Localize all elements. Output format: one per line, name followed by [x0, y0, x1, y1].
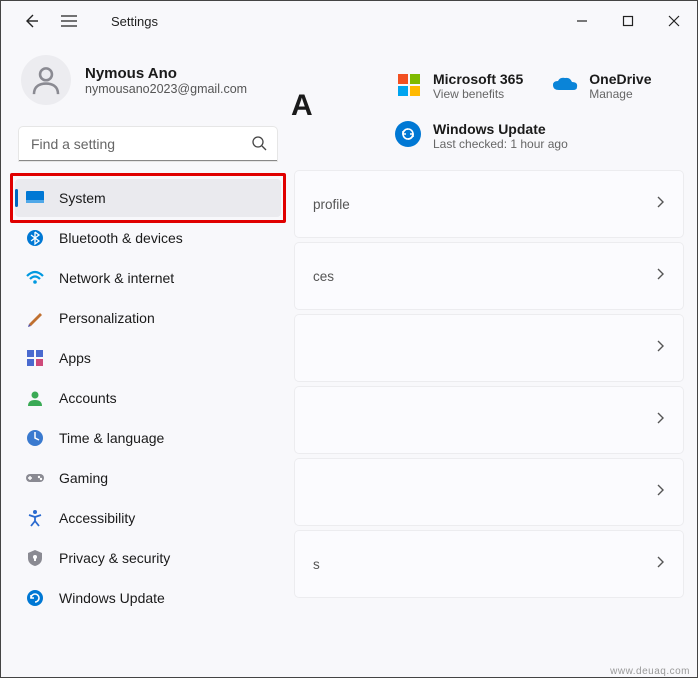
tile-windows-update[interactable]: Windows Update Last checked: 1 hour ago [295, 101, 683, 161]
bluetooth-icon [25, 228, 45, 248]
minimize-button[interactable] [559, 1, 605, 41]
apps-icon [25, 348, 45, 368]
sidebar-item-privacy[interactable]: Privacy & security [15, 539, 281, 577]
settings-card[interactable]: ces [295, 243, 683, 309]
chevron-right-icon [656, 267, 665, 286]
sidebar-item-label: Network & internet [59, 270, 174, 286]
card-label-fragment: profile [313, 197, 350, 212]
shield-icon [25, 548, 45, 568]
sidebar: Nymous Ano nymousano2023@gmail.com Syste… [1, 41, 291, 677]
settings-card[interactable]: profile [295, 171, 683, 237]
sidebar-item-label: System [59, 190, 106, 206]
sidebar-item-windows-update[interactable]: Windows Update [15, 579, 281, 617]
tile-subtitle: Manage [589, 87, 651, 101]
onedrive-icon [551, 71, 579, 99]
annotation-highlight [10, 173, 286, 223]
sidebar-item-label: Time & language [59, 430, 164, 446]
window-title: Settings [111, 14, 158, 29]
sidebar-item-label: Gaming [59, 470, 108, 486]
card-label-fragment: ces [313, 269, 334, 284]
sidebar-item-personalization[interactable]: Personalization [15, 299, 281, 337]
sidebar-item-network[interactable]: Network & internet [15, 259, 281, 297]
tile-title: Microsoft 365 [433, 71, 523, 87]
tile-title: Windows Update [433, 121, 568, 137]
paintbrush-icon [25, 308, 45, 328]
accessibility-icon [25, 508, 45, 528]
account-header[interactable]: Nymous Ano nymousano2023@gmail.com [15, 47, 281, 119]
sidebar-item-label: Personalization [59, 310, 155, 326]
settings-card[interactable] [295, 387, 683, 453]
search-input[interactable] [19, 127, 277, 161]
avatar [21, 55, 71, 105]
settings-card[interactable] [295, 459, 683, 525]
sidebar-item-label: Apps [59, 350, 91, 366]
watermark: www.deuaq.com [610, 666, 690, 677]
clock-globe-icon [25, 428, 45, 448]
settings-card[interactable]: s [295, 531, 683, 597]
tile-microsoft-365[interactable]: Microsoft 365 View benefits [395, 71, 523, 101]
sidebar-item-bluetooth[interactable]: Bluetooth & devices [15, 219, 281, 257]
maximize-icon [622, 15, 634, 27]
arrow-left-icon [23, 13, 39, 29]
gamepad-icon [25, 468, 45, 488]
display-icon [25, 188, 45, 208]
sidebar-item-label: Privacy & security [59, 550, 170, 566]
sidebar-item-gaming[interactable]: Gaming [15, 459, 281, 497]
nav-menu-button[interactable] [59, 11, 79, 31]
update-icon [25, 588, 45, 608]
sidebar-item-system[interactable]: System [15, 179, 281, 217]
sidebar-item-label: Accessibility [59, 510, 135, 526]
chevron-right-icon [656, 339, 665, 358]
tile-onedrive[interactable]: OneDrive Manage [551, 71, 651, 101]
wifi-icon [25, 268, 45, 288]
back-button[interactable] [21, 11, 41, 31]
chevron-right-icon [656, 411, 665, 430]
chevron-right-icon [656, 555, 665, 574]
minimize-icon [576, 15, 588, 27]
sidebar-item-label: Windows Update [59, 590, 165, 606]
nav-list: System Bluetooth & devices Network & int… [15, 179, 281, 617]
search-icon [251, 135, 267, 156]
tile-subtitle: View benefits [433, 87, 523, 101]
account-email: nymousano2023@gmail.com [85, 82, 247, 96]
microsoft-logo-icon [395, 71, 423, 99]
sidebar-item-apps[interactable]: Apps [15, 339, 281, 377]
main-content: A Microsoft 365 View benefits [291, 41, 697, 677]
title-bar: Settings [1, 1, 697, 41]
sidebar-item-label: Bluetooth & devices [59, 230, 183, 246]
accounts-icon [25, 388, 45, 408]
sync-icon [395, 121, 421, 147]
person-icon [29, 63, 63, 97]
tile-subtitle: Last checked: 1 hour ago [433, 137, 568, 151]
maximize-button[interactable] [605, 1, 651, 41]
chevron-right-icon [656, 195, 665, 214]
close-button[interactable] [651, 1, 697, 41]
account-name: Nymous Ano [85, 65, 247, 82]
hamburger-icon [61, 15, 77, 27]
sidebar-item-time[interactable]: Time & language [15, 419, 281, 457]
sidebar-item-accessibility[interactable]: Accessibility [15, 499, 281, 537]
chevron-right-icon [656, 483, 665, 502]
page-heading-fragment: A [291, 89, 313, 123]
sidebar-item-label: Accounts [59, 390, 117, 406]
settings-card[interactable] [295, 315, 683, 381]
card-label-fragment: s [313, 557, 320, 572]
tile-title: OneDrive [589, 71, 651, 87]
close-icon [668, 15, 680, 27]
sidebar-item-accounts[interactable]: Accounts [15, 379, 281, 417]
